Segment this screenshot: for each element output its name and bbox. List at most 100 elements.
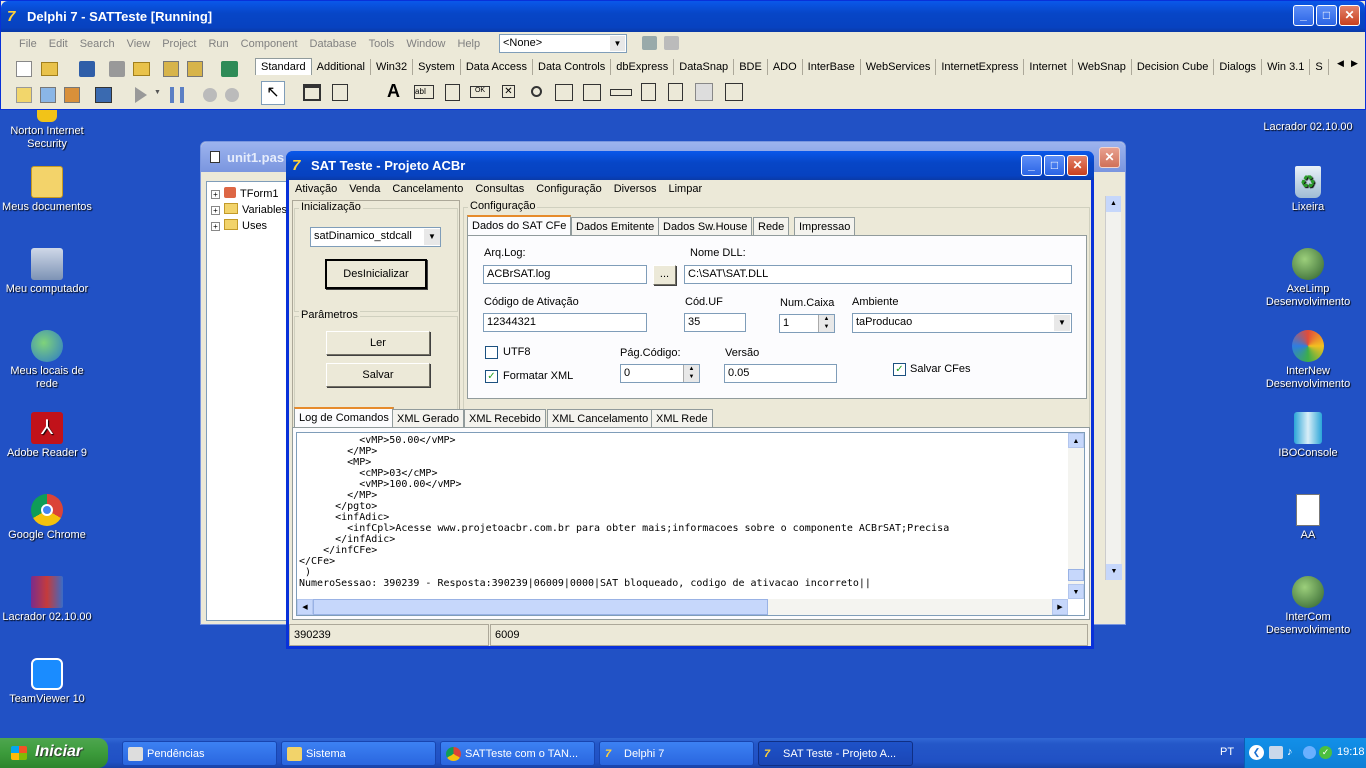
close-button[interactable]: ✕ bbox=[1339, 5, 1360, 26]
tree-expand-icon[interactable]: + bbox=[211, 222, 220, 231]
menu-diversos[interactable]: Diversos bbox=[608, 180, 663, 198]
config-tab-dados-emitente[interactable]: Dados Emitente bbox=[571, 217, 660, 236]
chevron-down-icon[interactable]: ▼ bbox=[424, 229, 440, 245]
ide-config-combo[interactable]: <None> bbox=[499, 34, 627, 53]
maximize-button[interactable]: □ bbox=[1316, 5, 1337, 26]
desktop-save-icon[interactable] bbox=[642, 36, 657, 50]
desktop-icon-meus-documentos[interactable]: Meus documentos bbox=[1, 166, 93, 214]
language-indicator[interactable]: PT bbox=[1220, 746, 1234, 758]
network-icon[interactable] bbox=[1269, 746, 1283, 759]
unit-close-button[interactable]: ✕ bbox=[1099, 147, 1120, 168]
run-icon[interactable] bbox=[135, 87, 147, 103]
arqlog-input[interactable]: ACBrSAT.log bbox=[483, 265, 647, 284]
task-pendencias[interactable]: Pendências bbox=[122, 741, 277, 766]
palette-tab-dbexpress[interactable]: dbExpress bbox=[611, 59, 675, 75]
desktop-icon-iboconsole[interactable]: IBOConsole bbox=[1262, 412, 1354, 460]
help-book-icon[interactable] bbox=[221, 61, 238, 77]
chevron-down-icon[interactable]: ▼ bbox=[1054, 315, 1070, 331]
dll-input[interactable]: C:\SAT\SAT.DLL bbox=[684, 265, 1072, 284]
new-icon[interactable] bbox=[16, 61, 32, 77]
log-tab-xml-cancelamento[interactable]: XML Cancelamento bbox=[547, 409, 654, 428]
tree-node-variables[interactable]: + Variables bbox=[211, 203, 287, 216]
log-vscroll[interactable]: ▲ ▼ bbox=[1068, 433, 1084, 599]
deinit-button[interactable]: DesInicializar bbox=[325, 259, 427, 289]
ide-menu-window[interactable]: Window bbox=[400, 35, 451, 53]
app-close-button[interactable]: ✕ bbox=[1067, 155, 1088, 176]
ide-menu-component[interactable]: Component bbox=[235, 35, 304, 53]
scroll-left-icon[interactable]: ◀ bbox=[297, 599, 313, 615]
ide-menu-view[interactable]: View bbox=[121, 35, 157, 53]
scroll-up-icon[interactable]: ▲ bbox=[1106, 196, 1121, 212]
volume-icon[interactable]: ♪ bbox=[1287, 746, 1300, 759]
desktop-icon-aa[interactable]: AA bbox=[1262, 494, 1354, 542]
lib-combo[interactable]: satDinamico_stdcall bbox=[310, 227, 441, 247]
log-tab-xml-recebido[interactable]: XML Recebido bbox=[464, 409, 546, 428]
config-tab-dados-sat[interactable]: Dados do SAT CFe bbox=[467, 215, 572, 236]
ide-menu-database[interactable]: Database bbox=[304, 35, 363, 53]
desktop-icon-lacrador[interactable]: Lacrador 02.10.00 bbox=[1, 576, 93, 624]
desktop-label-lacrador-right[interactable]: Lacrador 02.10.00 bbox=[1262, 121, 1354, 134]
pagcod-spin[interactable]: ▲ ▼ bbox=[683, 365, 699, 382]
ambiente-select[interactable]: taProducao bbox=[852, 313, 1072, 333]
numcaixa-spin[interactable]: ▲ ▼ bbox=[818, 315, 834, 332]
log-tab-xml-rede[interactable]: XML Rede bbox=[651, 409, 713, 428]
trace-into-icon[interactable] bbox=[203, 88, 217, 102]
palette-scroll-left-icon[interactable]: ◀ bbox=[1337, 58, 1344, 69]
task-delphi[interactable]: 7 Delphi 7 bbox=[599, 741, 754, 766]
palette-tab-more[interactable]: S bbox=[1310, 59, 1329, 75]
view-unit-icon[interactable] bbox=[16, 87, 32, 103]
desktop-icon-meus-locais[interactable]: Meus locais de rede bbox=[1, 330, 93, 391]
palette-tab-win32[interactable]: Win32 bbox=[371, 59, 414, 75]
palette-tab-webservices[interactable]: WebServices bbox=[861, 59, 937, 75]
palette-tab-additional[interactable]: Additional bbox=[312, 59, 371, 75]
palette-tab-standard[interactable]: Standard bbox=[255, 58, 312, 75]
palette-tab-decision-cube[interactable]: Decision Cube bbox=[1132, 59, 1215, 75]
edit-component-icon[interactable]: abI bbox=[414, 85, 434, 99]
toggle-form-unit-icon[interactable] bbox=[64, 87, 80, 103]
task-chrome[interactable]: SATTeste com o TAN... bbox=[440, 741, 595, 766]
log-tab-comandos[interactable]: Log de Comandos bbox=[294, 407, 394, 428]
security-check-icon[interactable]: ✓ bbox=[1319, 746, 1332, 759]
pause-icon[interactable] bbox=[170, 87, 184, 103]
actionlist-component-icon[interactable] bbox=[725, 83, 743, 101]
remove-file-icon[interactable] bbox=[187, 61, 203, 77]
salvar-cfes-checkbox[interactable]: ✓ bbox=[893, 363, 906, 376]
ativacao-input[interactable]: 12344321 bbox=[483, 313, 647, 332]
ide-menu-help[interactable]: Help bbox=[451, 35, 486, 53]
palette-tab-datasnap[interactable]: DataSnap bbox=[674, 59, 735, 75]
open-project-icon[interactable] bbox=[133, 62, 150, 76]
palette-tab-dialogs[interactable]: Dialogs bbox=[1214, 59, 1263, 75]
coduf-input[interactable]: 35 bbox=[684, 313, 746, 332]
palette-tab-win31[interactable]: Win 3.1 bbox=[1262, 59, 1311, 75]
palette-tab-internetexpress[interactable]: InternetExpress bbox=[936, 59, 1025, 75]
desktop-icon-norton[interactable]: Norton Internet Security bbox=[1, 110, 93, 151]
scroll-thumb[interactable] bbox=[313, 599, 768, 615]
desktop-icon-internew[interactable]: InterNew Desenvolvimento bbox=[1262, 330, 1354, 391]
palette-tab-ado[interactable]: ADO bbox=[768, 59, 803, 75]
start-button[interactable]: Iniciar bbox=[0, 738, 108, 768]
tray-expand-icon[interactable]: ❮ bbox=[1249, 745, 1264, 760]
listbox-component-icon[interactable] bbox=[555, 84, 573, 101]
scroll-right-icon[interactable]: ▶ bbox=[1052, 599, 1068, 615]
ide-title-bar[interactable]: 7 Delphi 7 - SATTeste [Running] _ □ ✕ bbox=[1, 1, 1365, 32]
popupmenu-component-icon[interactable] bbox=[332, 84, 348, 101]
desktop-icon-intercom[interactable]: InterCom Desenvolvimento bbox=[1262, 576, 1354, 637]
log-tab-xml-gerado[interactable]: XML Gerado bbox=[392, 409, 464, 428]
add-file-icon[interactable] bbox=[163, 61, 179, 77]
app-minimize-button[interactable]: _ bbox=[1021, 155, 1042, 176]
tree-expand-icon[interactable]: + bbox=[211, 190, 220, 199]
radiogroup-component-icon[interactable] bbox=[668, 83, 683, 101]
chevron-down-icon[interactable]: ▼ bbox=[154, 89, 161, 96]
log-hscroll[interactable]: ◀ ▶ bbox=[297, 599, 1068, 615]
palette-tab-data-access[interactable]: Data Access bbox=[461, 59, 533, 75]
button-component-icon[interactable]: OK bbox=[470, 86, 490, 98]
task-sat-teste[interactable]: 7 SAT Teste - Projeto A... bbox=[758, 741, 913, 766]
palette-tab-interbase[interactable]: InterBase bbox=[803, 59, 861, 75]
desktop-icon-meu-computador[interactable]: Meu computador bbox=[1, 248, 93, 296]
scroll-down-icon[interactable]: ▼ bbox=[1106, 564, 1122, 580]
scroll-thumb[interactable] bbox=[1068, 569, 1084, 581]
tree-node-tform1[interactable]: + TForm1 bbox=[211, 187, 279, 200]
clock[interactable]: 19:18 bbox=[1337, 746, 1365, 758]
arqlog-browse-button[interactable]: ... bbox=[653, 265, 676, 285]
log-memo[interactable]: <vMP>50.00</vMP> </MP> <MP> <cMP>03</cMP… bbox=[296, 432, 1085, 616]
